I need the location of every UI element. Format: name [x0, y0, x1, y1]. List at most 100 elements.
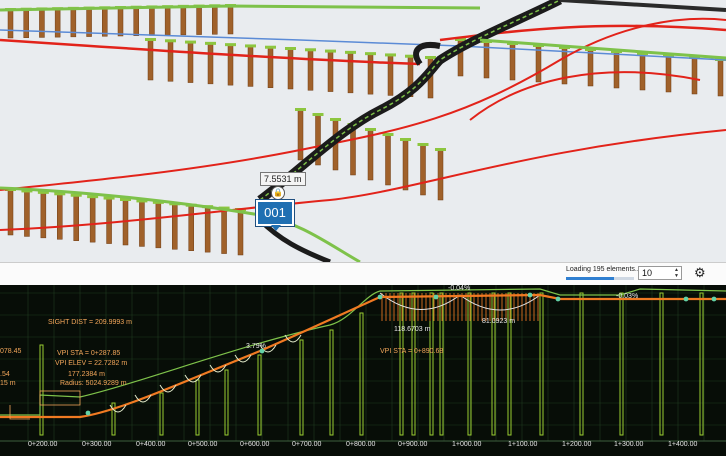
sight-distance-label: SIGHT DIST = 209.9993 m	[48, 319, 132, 326]
center-pier-cap	[295, 108, 306, 111]
profile-view[interactable]: 078.45 .54 15 m SIGHT DIST = 209.9993 m …	[0, 285, 726, 456]
lower-pier	[106, 198, 112, 244]
loading-progress-bar	[566, 277, 634, 280]
mid-pier	[167, 41, 174, 82]
center-pier	[420, 144, 426, 196]
mid-pier	[287, 48, 294, 90]
mid-pier	[347, 52, 354, 94]
count-stepper[interactable]: 10 ▲ ▼	[638, 266, 682, 280]
center-pier	[385, 134, 391, 186]
lower-pier	[7, 189, 14, 236]
main-ramp	[257, 0, 563, 204]
grade-label-3: -0.03%	[616, 293, 639, 300]
grade-label-1: 3.79%	[246, 343, 266, 350]
station-tick-label: 0+900.00	[398, 441, 428, 448]
element-id-badge[interactable]: 001	[256, 200, 294, 231]
mid-pier-cap	[325, 49, 336, 53]
lower-pier	[188, 205, 194, 251]
pile-column	[359, 312, 364, 436]
top-right-deck	[559, 0, 726, 12]
mid-pier-cap	[145, 38, 156, 41]
station-tick-label: 0+700.00	[292, 441, 322, 448]
mid-pier	[247, 46, 254, 87]
station-tick-label: 0+300.00	[82, 441, 112, 448]
mid-pier-cap	[345, 50, 356, 54]
mid-pier	[187, 42, 194, 83]
mid-pier	[387, 55, 394, 96]
station-tick-label: 0+600.00	[240, 441, 270, 448]
upper-deck	[0, 4, 481, 12]
red-alignment-3	[0, 17, 726, 191]
lower-pier	[155, 202, 162, 249]
center-pier-cap	[365, 128, 376, 131]
mid-pier-cap	[205, 41, 216, 45]
upper-pier	[212, 6, 218, 35]
center-pier-cap	[417, 143, 429, 146]
station-tick-label: 1+400.00	[668, 441, 698, 448]
station-tick-label: 1+300.00	[614, 441, 644, 448]
count-value: 10	[642, 268, 653, 278]
pile-column	[699, 292, 704, 436]
lower-pier	[89, 196, 96, 243]
upper-pier	[7, 9, 14, 39]
vpi-point	[527, 292, 533, 298]
vpi-point	[711, 296, 717, 302]
loading-status: Loading 195 elements...	[566, 266, 641, 273]
red-loop	[469, 71, 701, 121]
lock-icon[interactable]: 🔒	[271, 186, 285, 200]
lower-pier	[172, 204, 178, 250]
station-tick-label: 0+400.00	[136, 441, 166, 448]
upper-pier	[39, 9, 45, 38]
center-pier-cap	[330, 118, 341, 121]
mid-pier-cap	[225, 43, 236, 47]
mid-pier-cap	[365, 52, 376, 56]
pile-column	[619, 292, 624, 436]
right-pier	[535, 45, 542, 83]
stepper-arrows-icon[interactable]: ▲ ▼	[674, 267, 679, 279]
right-pier	[587, 49, 594, 87]
upper-pier	[164, 6, 171, 36]
pile-column	[329, 329, 334, 436]
center-pier-cap	[400, 138, 411, 141]
lower-pier	[73, 195, 79, 241]
vpi-station-label-2: VPI STA = 0+890.68	[380, 348, 444, 355]
dimension-label: 7.5531 m	[260, 172, 306, 186]
pile-column	[299, 339, 304, 436]
lower-pier	[40, 192, 47, 239]
station-tick-label: 1+000.00	[452, 441, 482, 448]
upper-pier	[117, 7, 124, 37]
vpi-point	[555, 296, 561, 302]
mid-pier-cap	[285, 47, 296, 50]
left-elev-label: .54	[0, 371, 10, 378]
mid-pier-cap	[245, 44, 256, 48]
pile-column	[39, 344, 44, 436]
mid-pier-cap	[385, 53, 396, 57]
mid-pier-cap	[185, 40, 196, 44]
model-viewport[interactable]: 7.5531 m 🔒 001	[0, 0, 726, 262]
interchange-model	[0, 0, 726, 262]
upper-pier	[149, 7, 155, 36]
station-tick-label: 1+100.00	[508, 441, 538, 448]
lower-pier	[139, 201, 145, 247]
pile-column	[159, 392, 164, 436]
gear-icon[interactable]: ⚙	[694, 266, 706, 280]
span-length-label-2: 81.0923 m	[482, 318, 516, 325]
curve-length-label: 177.2384 m	[68, 371, 105, 378]
upper-pier	[54, 8, 61, 38]
left-dist-label: 15 m	[0, 380, 16, 387]
vpi-point	[683, 296, 689, 302]
upper-pier	[133, 7, 139, 36]
station-tick-label: 1+200.00	[562, 441, 592, 448]
span-length-label-1: 118.6703 m	[394, 326, 431, 333]
center-pier	[297, 109, 304, 161]
lower-pier	[122, 199, 129, 246]
vpi-point	[433, 294, 439, 300]
lower-pier	[57, 194, 63, 240]
mid-pier	[307, 50, 314, 91]
mid-pier	[367, 53, 374, 95]
main-ramp-edge	[259, 0, 561, 201]
mid-pier-cap	[425, 56, 436, 59]
loading-progress-fill	[566, 277, 614, 280]
mid-pier-cap	[165, 39, 176, 43]
profile-graph	[0, 285, 726, 442]
